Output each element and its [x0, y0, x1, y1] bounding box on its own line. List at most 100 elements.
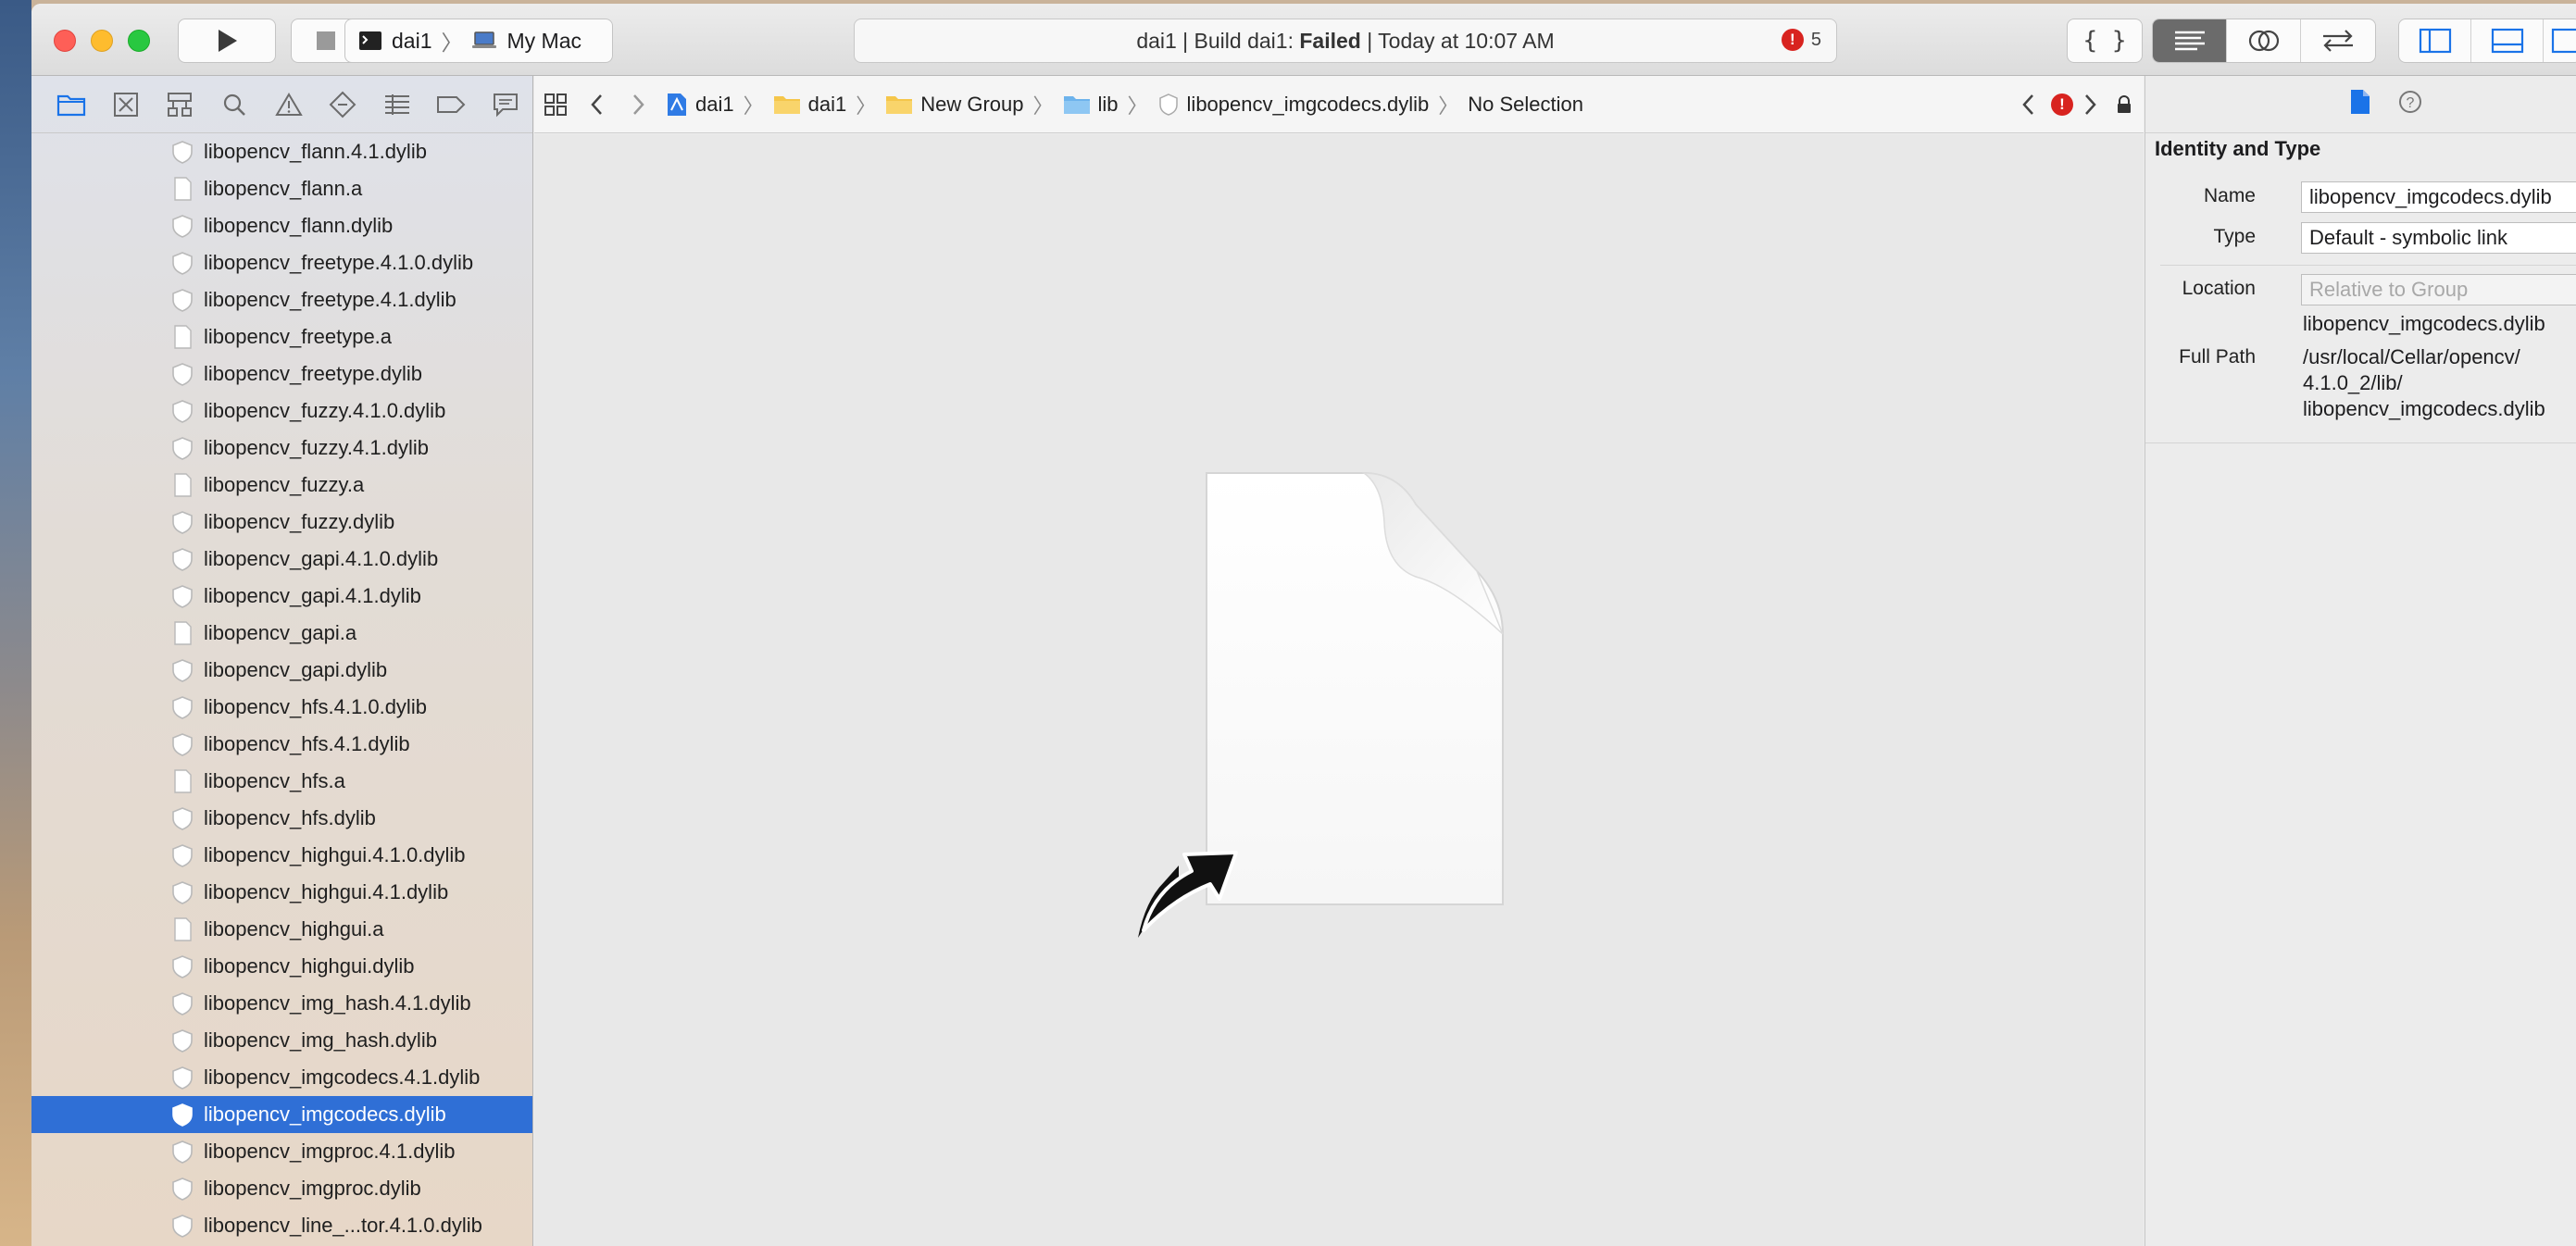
lines-icon: [2174, 31, 2205, 51]
file-row[interactable]: libopencv_imgproc.dylib: [31, 1170, 532, 1207]
library-shield-icon: [172, 1140, 193, 1164]
library-button[interactable]: { }: [2067, 19, 2143, 63]
folder-icon: [57, 94, 86, 116]
build-status-prefix: dai1 | Build dai1:: [1136, 28, 1300, 53]
breadcrumb-item[interactable]: dai1: [666, 92, 734, 118]
file-row[interactable]: libopencv_highgui.a: [31, 911, 532, 948]
file-row[interactable]: libopencv_freetype.4.1.0.dylib: [31, 244, 532, 281]
file-icon: [174, 621, 192, 645]
file-row[interactable]: libopencv_highgui.dylib: [31, 948, 532, 985]
forward-button[interactable]: [618, 93, 658, 117]
back-button[interactable]: [577, 93, 618, 117]
toggle-inspector-button[interactable]: [2544, 19, 2576, 62]
zoom-window-button[interactable]: [128, 30, 150, 52]
breadcrumb-label: dai1: [695, 92, 734, 116]
file-row[interactable]: libopencv_img_hash.4.1.dylib: [31, 985, 532, 1022]
assistant-editor-button[interactable]: [2227, 19, 2301, 62]
previous-issue-button[interactable]: [2021, 93, 2036, 122]
file-row[interactable]: libopencv_highgui.4.1.0.dylib: [31, 837, 532, 874]
breadcrumb-label: lib: [1097, 92, 1119, 116]
breadcrumb-item[interactable]: New Group: [885, 93, 1024, 117]
error-count: 5: [1810, 29, 1821, 50]
run-button[interactable]: [178, 19, 276, 63]
file-row[interactable]: libopencv_freetype.a: [31, 318, 532, 355]
full-path-label: Full Path: [2179, 346, 2256, 368]
file-row[interactable]: libopencv_imgcodecs.4.1.dylib: [31, 1059, 532, 1096]
scheme-selector[interactable]: dai1 〉 My Mac: [344, 19, 613, 63]
related-items-button[interactable]: [534, 76, 577, 133]
file-row[interactable]: libopencv_gapi.a: [31, 615, 532, 652]
tab-symbol-navigator[interactable]: [153, 81, 207, 128]
activity-viewer[interactable]: dai1 | Build dai1: Failed | Today at 10:…: [854, 19, 1837, 63]
toggle-navigator-button[interactable]: [2399, 19, 2471, 62]
type-popup[interactable]: Default - symbolic link: [2301, 222, 2576, 254]
library-shield-icon: [172, 215, 193, 238]
file-row[interactable]: libopencv_img_hash.dylib: [31, 1022, 532, 1059]
document-alias-icon: [1138, 472, 1504, 938]
breadcrumb-item[interactable]: dai1: [773, 93, 846, 117]
file-row[interactable]: libopencv_freetype.4.1.dylib: [31, 281, 532, 318]
file-row[interactable]: libopencv_fuzzy.a: [31, 467, 532, 504]
library-shield-icon: [172, 363, 193, 386]
tab-project-navigator[interactable]: [44, 81, 99, 128]
error-indicator[interactable]: ! 5: [1781, 29, 1821, 51]
tab-breakpoint-navigator[interactable]: [424, 81, 479, 128]
library-shield-icon: [172, 955, 193, 978]
file-row[interactable]: libopencv_hfs.a: [31, 763, 532, 800]
file-row[interactable]: libopencv_imgproc.4.1.dylib: [31, 1133, 532, 1170]
tab-file-inspector[interactable]: [2349, 88, 2371, 120]
breadcrumb-item[interactable]: libopencv_imgcodecs.dylib: [1157, 93, 1429, 117]
file-row[interactable]: libopencv_hfs.4.1.0.dylib: [31, 689, 532, 726]
location-popup[interactable]: Relative to Group: [2301, 274, 2576, 305]
version-editor-button[interactable]: [2301, 19, 2375, 62]
file-row[interactable]: libopencv_fuzzy.dylib: [31, 504, 532, 541]
file-row[interactable]: libopencv_gapi.4.1.0.dylib: [31, 541, 532, 578]
file-name: libopencv_highgui.4.1.dylib: [204, 880, 449, 903]
magnifier-icon: [223, 93, 245, 116]
tab-report-navigator[interactable]: [479, 81, 533, 128]
breadcrumb-item[interactable]: lib: [1063, 93, 1119, 117]
toggle-debug-area-button[interactable]: [2471, 19, 2544, 62]
grid-icon: [544, 93, 567, 116]
toolbar: dai1 〉 My Mac dai1 | Build dai1: Failed …: [31, 4, 2576, 76]
breadcrumb-item[interactable]: No Selection: [1468, 93, 1583, 117]
file-row[interactable]: libopencv_fuzzy.4.1.dylib: [31, 430, 532, 467]
tab-find-navigator[interactable]: [207, 81, 262, 128]
file-row[interactable]: libopencv_flann.dylib: [31, 207, 532, 244]
file-row[interactable]: libopencv_hfs.4.1.dylib: [31, 726, 532, 763]
left-panel-icon: [2419, 28, 2451, 54]
file-row[interactable]: libopencv_freetype.dylib: [31, 355, 532, 392]
close-window-button[interactable]: [54, 30, 76, 52]
tab-source-control[interactable]: [99, 81, 154, 128]
file-row[interactable]: libopencv_gapi.4.1.dylib: [31, 578, 532, 615]
tab-issue-navigator[interactable]: [261, 81, 316, 128]
tab-test-navigator[interactable]: [316, 81, 370, 128]
name-field[interactable]: libopencv_imgcodecs.dylib: [2301, 181, 2576, 213]
tab-debug-navigator[interactable]: [369, 81, 424, 128]
next-issue-button[interactable]: [2082, 93, 2097, 122]
file-name: libopencv_hfs.a: [204, 769, 345, 792]
file-list[interactable]: libopencv_flann.4.1.dylib libopencv_flann…: [31, 133, 532, 1246]
lock-button[interactable]: [2116, 94, 2132, 120]
warning-icon: [274, 92, 303, 116]
file-row[interactable]: libopencv_line_...tor.4.1.0.dylib: [31, 1207, 532, 1244]
full-path-line: 4.1.0_2/lib/: [2303, 371, 2403, 394]
file-row[interactable]: libopencv_flann.4.1.dylib: [31, 133, 532, 170]
file-row[interactable]: libopencv_hfs.dylib: [31, 800, 532, 837]
file-row[interactable]: libopencv_highgui.4.1.dylib: [31, 874, 532, 911]
issue-error-icon[interactable]: !: [2051, 93, 2073, 116]
file-row[interactable]: libopencv_gapi.dylib: [31, 652, 532, 689]
file-inspector: ? Identity and Type Name libopencv_imgco…: [2145, 76, 2576, 1246]
standard-editor-button[interactable]: [2153, 19, 2227, 62]
tab-quick-help[interactable]: ?: [2397, 89, 2423, 119]
minimize-window-button[interactable]: [91, 30, 113, 52]
desktop-background: [0, 0, 31, 1246]
file-row[interactable]: libopencv_fuzzy.4.1.0.dylib: [31, 392, 532, 430]
full-path-line: /usr/local/Cellar/opencv/: [2303, 345, 2520, 368]
library-shield-icon: [172, 844, 193, 867]
file-name: libopencv_img_hash.dylib: [204, 1028, 437, 1052]
file-row[interactable]: libopencv_imgcodecs.dylib: [31, 1096, 532, 1133]
file-row[interactable]: libopencv_flann.a: [31, 170, 532, 207]
x-box-icon: [113, 92, 138, 117]
file-name: libopencv_gapi.dylib: [204, 658, 388, 681]
